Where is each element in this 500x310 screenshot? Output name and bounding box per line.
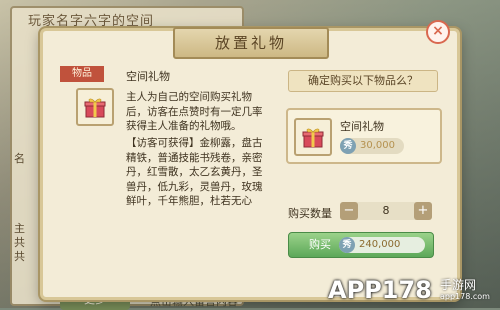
site-watermark: APP178 手游网 app178.com <box>328 274 500 308</box>
item-icon-slot[interactable] <box>76 88 114 126</box>
gift-icon <box>302 128 324 148</box>
buy-total-price: 240,000 <box>359 239 401 250</box>
item-category-tag: 物品 <box>60 66 104 82</box>
card-price-pill: 秀 30,000 <box>340 138 404 154</box>
quantity-stepper: − 8 + <box>340 202 432 220</box>
buy-button-label: 购买 <box>309 238 331 251</box>
background-side-text: 名 <box>14 152 25 165</box>
card-icon-slot[interactable] <box>294 118 332 156</box>
card-item-name: 空间礼物 <box>340 120 384 133</box>
dialog-title: 放置礼物 <box>214 34 287 52</box>
confirm-purchase-banner: 确定购买以下物品么？ <box>288 70 438 92</box>
purchase-item-card: 空间礼物 秀 30,000 <box>286 108 442 164</box>
item-reward-list: 【访客可获得】金柳露，盘古精铁，普通技能书残卷，亲密丹，红雪散，太乙玄黄丹，圣兽… <box>126 137 263 207</box>
item-description: 主人为自己的空间购买礼物后，访客在点赞时有一定几率获得主人准备的礼物哦。 <box>126 91 263 132</box>
background-window-title: 玩家名字六字的空间 <box>28 14 155 29</box>
card-unit-price: 30,000 <box>360 140 395 151</box>
currency-coin-icon: 秀 <box>339 237 355 253</box>
quantity-value[interactable]: 8 <box>358 202 414 220</box>
watermark-url: app178.com <box>440 292 490 301</box>
dialog-title-plate: 放置礼物 <box>173 27 329 59</box>
quantity-plus-button[interactable]: + <box>414 202 432 220</box>
item-name: 空间礼物 <box>126 70 170 83</box>
quantity-minus-button[interactable]: − <box>340 202 358 220</box>
buy-total-pill: 秀 240,000 <box>339 237 425 253</box>
buy-button[interactable]: 购买 秀 240,000 <box>288 232 434 258</box>
currency-coin-icon: 秀 <box>340 138 356 154</box>
gift-icon <box>84 98 106 118</box>
quantity-label: 购买数量 <box>288 207 332 220</box>
close-icon[interactable]: × <box>426 20 450 44</box>
watermark-brand-cn: 手游网 <box>440 278 477 292</box>
watermark-brand: APP178 <box>328 276 432 304</box>
background-side-text-lower: 主 共 共 <box>14 222 25 263</box>
